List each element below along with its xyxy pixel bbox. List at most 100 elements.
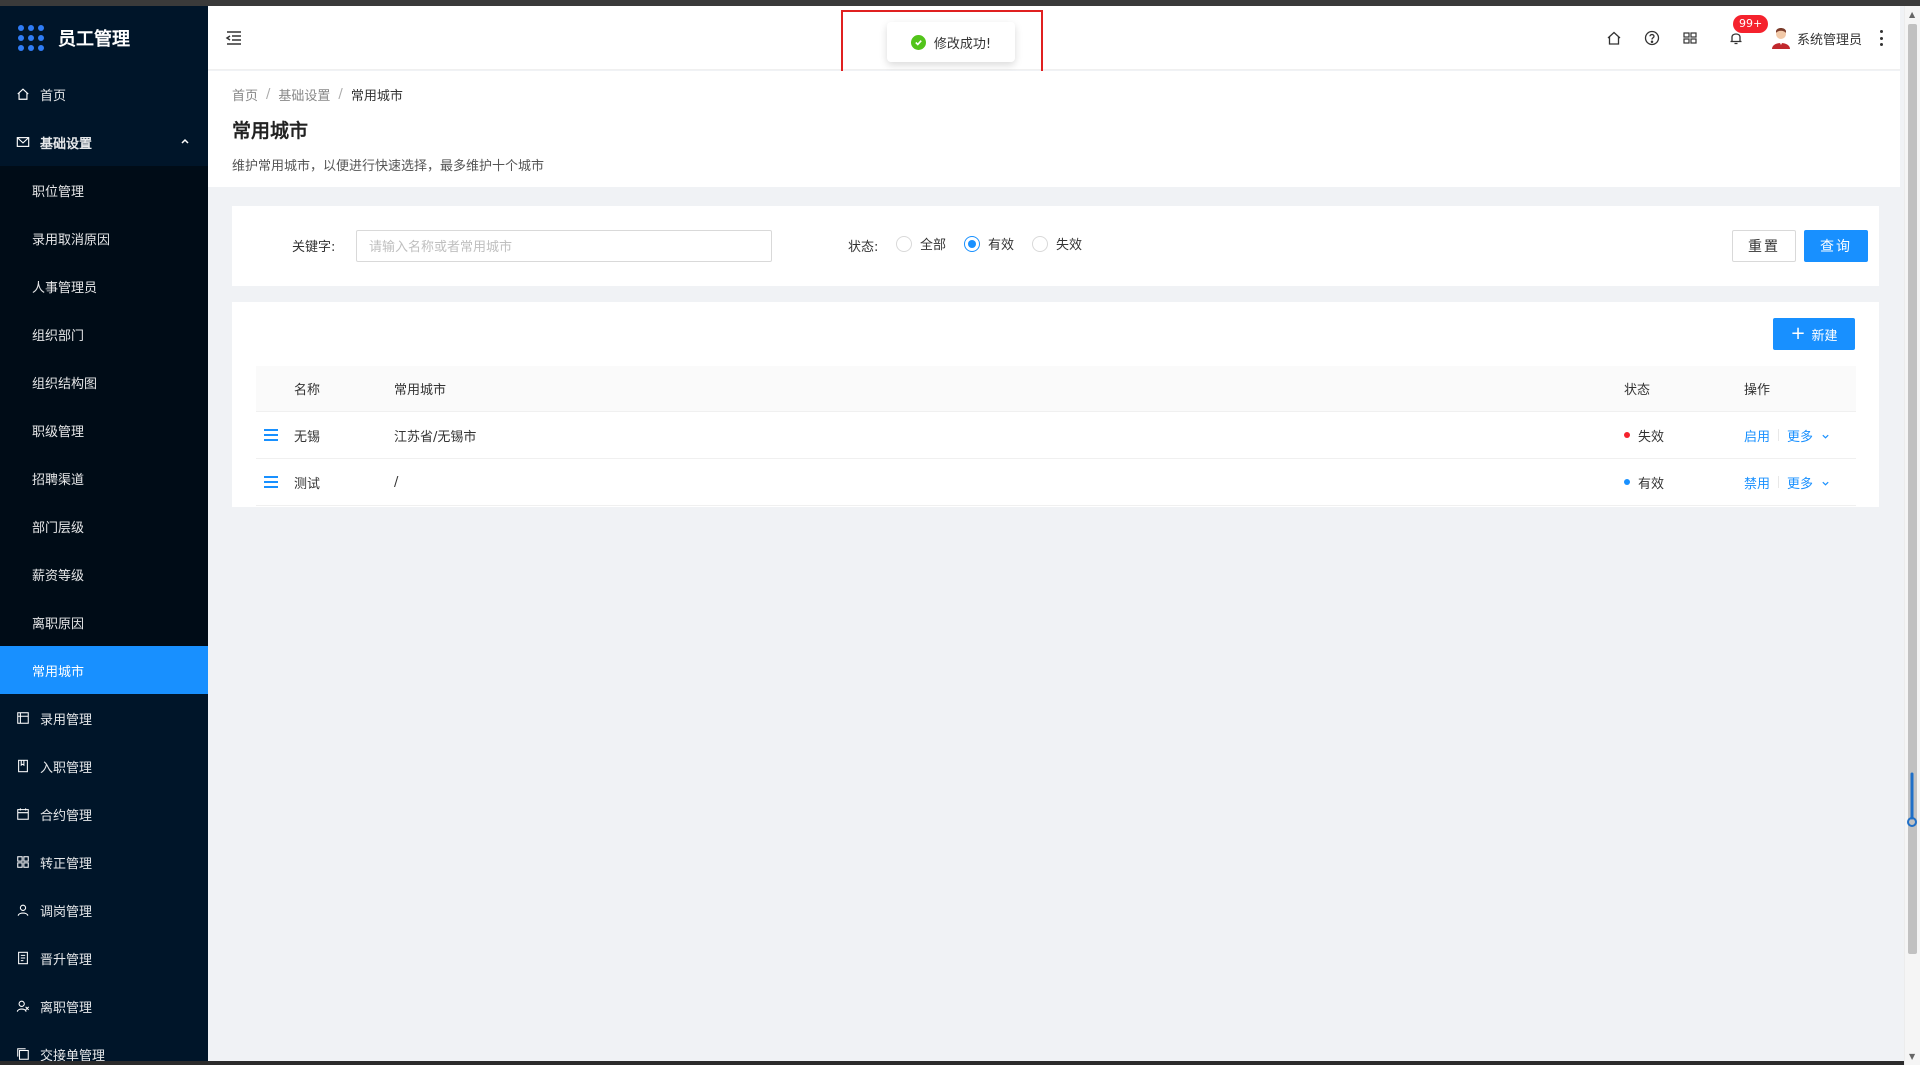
row-name: 无锡 xyxy=(294,429,321,445)
page-description: 维护常用城市，以便进行快速选择，最多维护十个城市 xyxy=(232,159,545,174)
column-header-actions: 操作 xyxy=(1744,383,1771,398)
row-actions: 启用 更多 xyxy=(1744,412,1830,458)
city-table: 名称 常用城市 状态 操作 无锡 江苏省/无锡市 失效 启用 更多 测试 / 有… xyxy=(256,366,1856,506)
header-actions: 99+ 系统管理员 xyxy=(1585,6,1884,70)
sidebar-item-label: 合约管理 xyxy=(40,808,93,824)
sidebar-item-onboarding[interactable]: 入职管理 xyxy=(0,742,208,790)
keyword-label: 关键字: xyxy=(292,240,336,255)
action-divider xyxy=(1778,429,1780,441)
sidebar-item-channel[interactable]: 招聘渠道 xyxy=(0,454,208,502)
home-icon[interactable] xyxy=(1605,29,1623,47)
status-radio-valid[interactable]: 有效 xyxy=(964,234,1014,253)
query-button[interactable]: 查询 xyxy=(1804,230,1868,262)
toast-message: 修改成功! xyxy=(933,36,992,52)
user-remove-icon xyxy=(16,999,30,1013)
file-icon xyxy=(16,951,30,965)
sidebar-item-org-dept[interactable]: 组织部门 xyxy=(0,310,208,358)
sidebar-item-basic-settings[interactable]: 基础设置 xyxy=(0,118,208,166)
action-divider xyxy=(1778,476,1780,488)
radio-circle xyxy=(896,235,912,252)
floating-drag-handle-icon[interactable] xyxy=(1906,772,1918,828)
sidebar-item-label: 首页 xyxy=(40,88,67,104)
more-dropdown[interactable]: 更多 xyxy=(1787,426,1830,445)
breadcrumb-home[interactable]: 首页 xyxy=(232,85,258,104)
row-name: 测试 xyxy=(294,476,321,492)
chevron-down-icon xyxy=(1821,480,1830,491)
row-city: 江苏省/无锡市 xyxy=(394,429,477,445)
column-header-status: 状态 xyxy=(1624,383,1651,398)
breadcrumb-basic-settings[interactable]: 基础设置 xyxy=(278,85,330,104)
sidebar-item-home[interactable]: 首页 xyxy=(0,70,208,118)
sidebar-item-promotion[interactable]: 晋升管理 xyxy=(0,934,208,982)
breadcrumb-separator: / xyxy=(338,87,343,102)
apps-icon[interactable] xyxy=(1681,29,1699,47)
status-radio-invalid[interactable]: 失效 xyxy=(1032,234,1082,253)
disable-link[interactable]: 禁用 xyxy=(1744,473,1770,492)
sidebar-item-label: 转正管理 xyxy=(40,856,93,872)
sidebar-item-rank[interactable]: 职级管理 xyxy=(0,406,208,454)
submenu-basic-settings: 职位管理 录用取消原因 人事管理员 组织部门 组织结构图 职级管理 招聘渠道 部… xyxy=(0,166,208,694)
notification-badge: 99+ xyxy=(1732,15,1769,33)
sidebar: 员工管理 首页 基础设置 职位管理 录用取消原因 人事管理员 组织部门 组织结构… xyxy=(0,6,208,1065)
copy-icon xyxy=(16,1047,30,1061)
status-label: 状态: xyxy=(848,240,879,255)
plus-icon: + xyxy=(1790,323,1806,344)
sidebar-item-salary-grade[interactable]: 薪资等级 xyxy=(0,550,208,598)
sidebar-item-position[interactable]: 职位管理 xyxy=(0,166,208,214)
row-status: 失效 xyxy=(1624,412,1664,458)
sidebar-item-transfer[interactable]: 调岗管理 xyxy=(0,886,208,934)
column-header-city: 常用城市 xyxy=(394,383,447,398)
sidebar-item-leave-reason[interactable]: 离职原因 xyxy=(0,598,208,646)
bell-icon[interactable]: 99+ xyxy=(1727,15,1769,47)
sidebar-item-contract[interactable]: 合约管理 xyxy=(0,790,208,838)
more-vertical-icon[interactable] xyxy=(1878,30,1884,46)
row-actions: 禁用 更多 xyxy=(1744,459,1830,505)
user-name: 系统管理员 xyxy=(1796,32,1862,48)
sidebar-item-resignation[interactable]: 离职管理 xyxy=(0,982,208,1030)
status-radio-group: 全部 有效 失效 xyxy=(896,234,1100,253)
horizontal-scrollbar[interactable] xyxy=(0,1061,1904,1065)
reset-button[interactable]: 重置 xyxy=(1732,230,1796,262)
sidebar-item-regularization[interactable]: 转正管理 xyxy=(0,838,208,886)
more-dropdown[interactable]: 更多 xyxy=(1787,473,1830,492)
table-card: + 新建 名称 常用城市 状态 操作 无锡 江苏省/无锡市 失效 启用 更多 测… xyxy=(232,302,1879,507)
apps-grid-icon xyxy=(18,25,44,51)
drag-handle-icon[interactable] xyxy=(264,459,278,505)
app-title: 员工管理 xyxy=(58,29,130,50)
sidebar-item-label: 晋升管理 xyxy=(40,952,93,968)
new-button[interactable]: + 新建 xyxy=(1773,318,1855,350)
status-dot-icon xyxy=(1624,479,1630,485)
drag-handle-icon[interactable] xyxy=(264,412,278,458)
sidebar-item-label: 调岗管理 xyxy=(40,904,93,920)
breadcrumb-current: 常用城市 xyxy=(350,89,403,104)
user-menu[interactable]: 系统管理员 xyxy=(1771,27,1862,49)
home-icon xyxy=(16,87,30,101)
vertical-scrollbar[interactable]: ▲ ▼ xyxy=(1904,6,1920,1065)
help-icon[interactable] xyxy=(1643,29,1661,47)
sidebar-item-hiring[interactable]: 录用管理 xyxy=(0,694,208,742)
sidebar-item-label: 录用管理 xyxy=(40,712,93,728)
sidebar-item-label: 基础设置 xyxy=(40,136,93,152)
sidebar-item-cancel-reason[interactable]: 录用取消原因 xyxy=(0,214,208,262)
mail-icon xyxy=(16,135,30,149)
book-icon xyxy=(16,759,30,773)
status-dot-icon xyxy=(1624,432,1630,438)
scroll-up-arrow-icon[interactable]: ▲ xyxy=(1909,10,1915,19)
sidebar-item-org-chart[interactable]: 组织结构图 xyxy=(0,358,208,406)
radio-circle xyxy=(964,235,981,252)
scroll-down-arrow-icon[interactable]: ▼ xyxy=(1909,1052,1915,1061)
status-radio-all[interactable]: 全部 xyxy=(896,234,946,253)
menu-fold-icon[interactable] xyxy=(224,28,244,48)
enable-link[interactable]: 启用 xyxy=(1744,426,1770,445)
row-status: 有效 xyxy=(1624,459,1664,505)
sidebar-item-hr-admin[interactable]: 人事管理员 xyxy=(0,262,208,310)
check-circle-icon xyxy=(910,34,926,50)
keyword-search-input[interactable] xyxy=(356,230,772,262)
sidebar-item-common-city[interactable]: 常用城市 xyxy=(0,646,208,694)
breadcrumb: 首页 / 基础设置 / 常用城市 xyxy=(232,85,1876,104)
form-icon xyxy=(16,711,30,725)
sidebar-item-handover[interactable]: 交接单管理 xyxy=(0,1030,208,1065)
sidebar-item-dept-level[interactable]: 部门层级 xyxy=(0,502,208,550)
sidebar-item-label: 入职管理 xyxy=(40,760,93,776)
app-logo[interactable]: 员工管理 xyxy=(0,6,208,70)
